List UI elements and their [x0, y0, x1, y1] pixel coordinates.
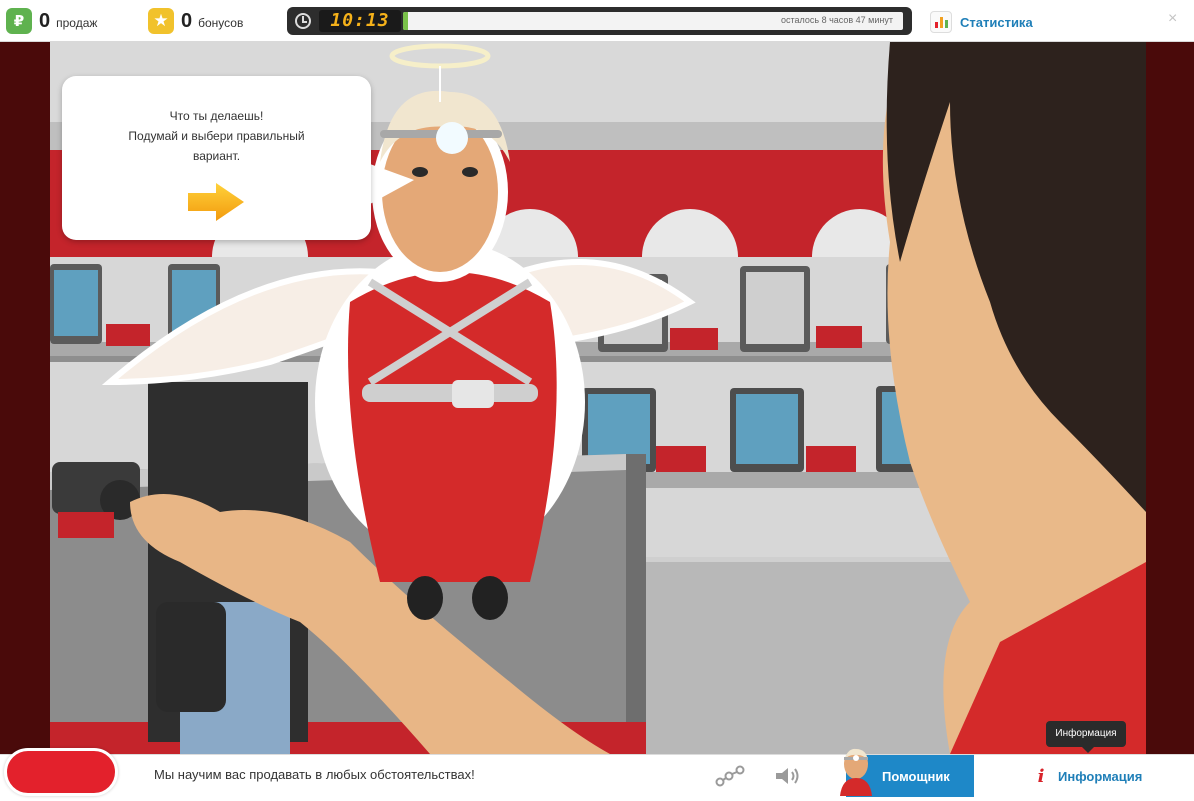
speaker-icon[interactable]	[774, 765, 802, 787]
ticker-fade	[480, 761, 640, 789]
information-label: Информация	[1058, 768, 1143, 784]
angel-avatar-icon[interactable]	[834, 746, 878, 796]
game-viewport: Что ты делаешь! Подумай и выбери правиль…	[0, 42, 1194, 754]
star-icon: ★	[148, 8, 174, 34]
bar-chart-icon	[930, 11, 952, 33]
clock-icon	[295, 13, 311, 29]
sales-label: продаж	[56, 16, 98, 30]
timer-digits: 10:13	[319, 10, 401, 32]
ruble-icon: ₽	[6, 8, 32, 34]
helper-label: Помощник	[882, 769, 950, 784]
close-icon[interactable]: ×	[1168, 10, 1177, 28]
timer-remaining-text: осталось 8 часов 47 минут	[781, 15, 893, 25]
bonus-counter: ★ 0 бонусов	[148, 8, 243, 34]
top-bar: ₽ 0 продаж ★ 0 бонусов 10:13 осталось 8 …	[0, 0, 1194, 42]
speech-line-1: Что ты делаешь!	[169, 109, 264, 123]
sales-counter: ₽ 0 продаж	[6, 8, 97, 34]
information-tooltip: Информация	[1046, 721, 1126, 753]
information-button[interactable]: i Информация	[1030, 765, 1143, 787]
speech-line-3: вариант.	[192, 149, 241, 163]
timer-progress-fill	[403, 12, 408, 30]
statistics-button[interactable]: Статистика	[930, 10, 1033, 34]
bonus-count: 0	[181, 9, 193, 32]
store-scene: Что ты делаешь! Подумай и выбери правиль…	[50, 42, 1146, 754]
speech-line-2: Подумай и выбери правильный	[128, 129, 305, 143]
info-icon: i	[1037, 765, 1045, 787]
timer-progress-track: осталось 8 часов 47 минут	[403, 12, 903, 30]
bonus-label: бонусов	[198, 16, 244, 30]
statistics-label: Статистика	[960, 14, 1033, 30]
share-nodes-icon[interactable]	[715, 765, 745, 787]
speech-text: Что ты делаешь! Подумай и выбери правиль…	[82, 106, 351, 166]
brand-logo[interactable]	[4, 748, 118, 796]
speech-bubble: Что ты делаешь! Подумай и выбери правиль…	[62, 76, 371, 240]
arrow-right-icon[interactable]	[188, 183, 244, 221]
timer-bar: 10:13 осталось 8 часов 47 минут	[287, 7, 912, 35]
news-ticker: Мы научим вас продавать в любых обстояте…	[154, 767, 475, 782]
bottom-bar: Мы научим вас продавать в любых обстояте…	[0, 754, 1194, 797]
sales-count: 0	[39, 9, 51, 32]
